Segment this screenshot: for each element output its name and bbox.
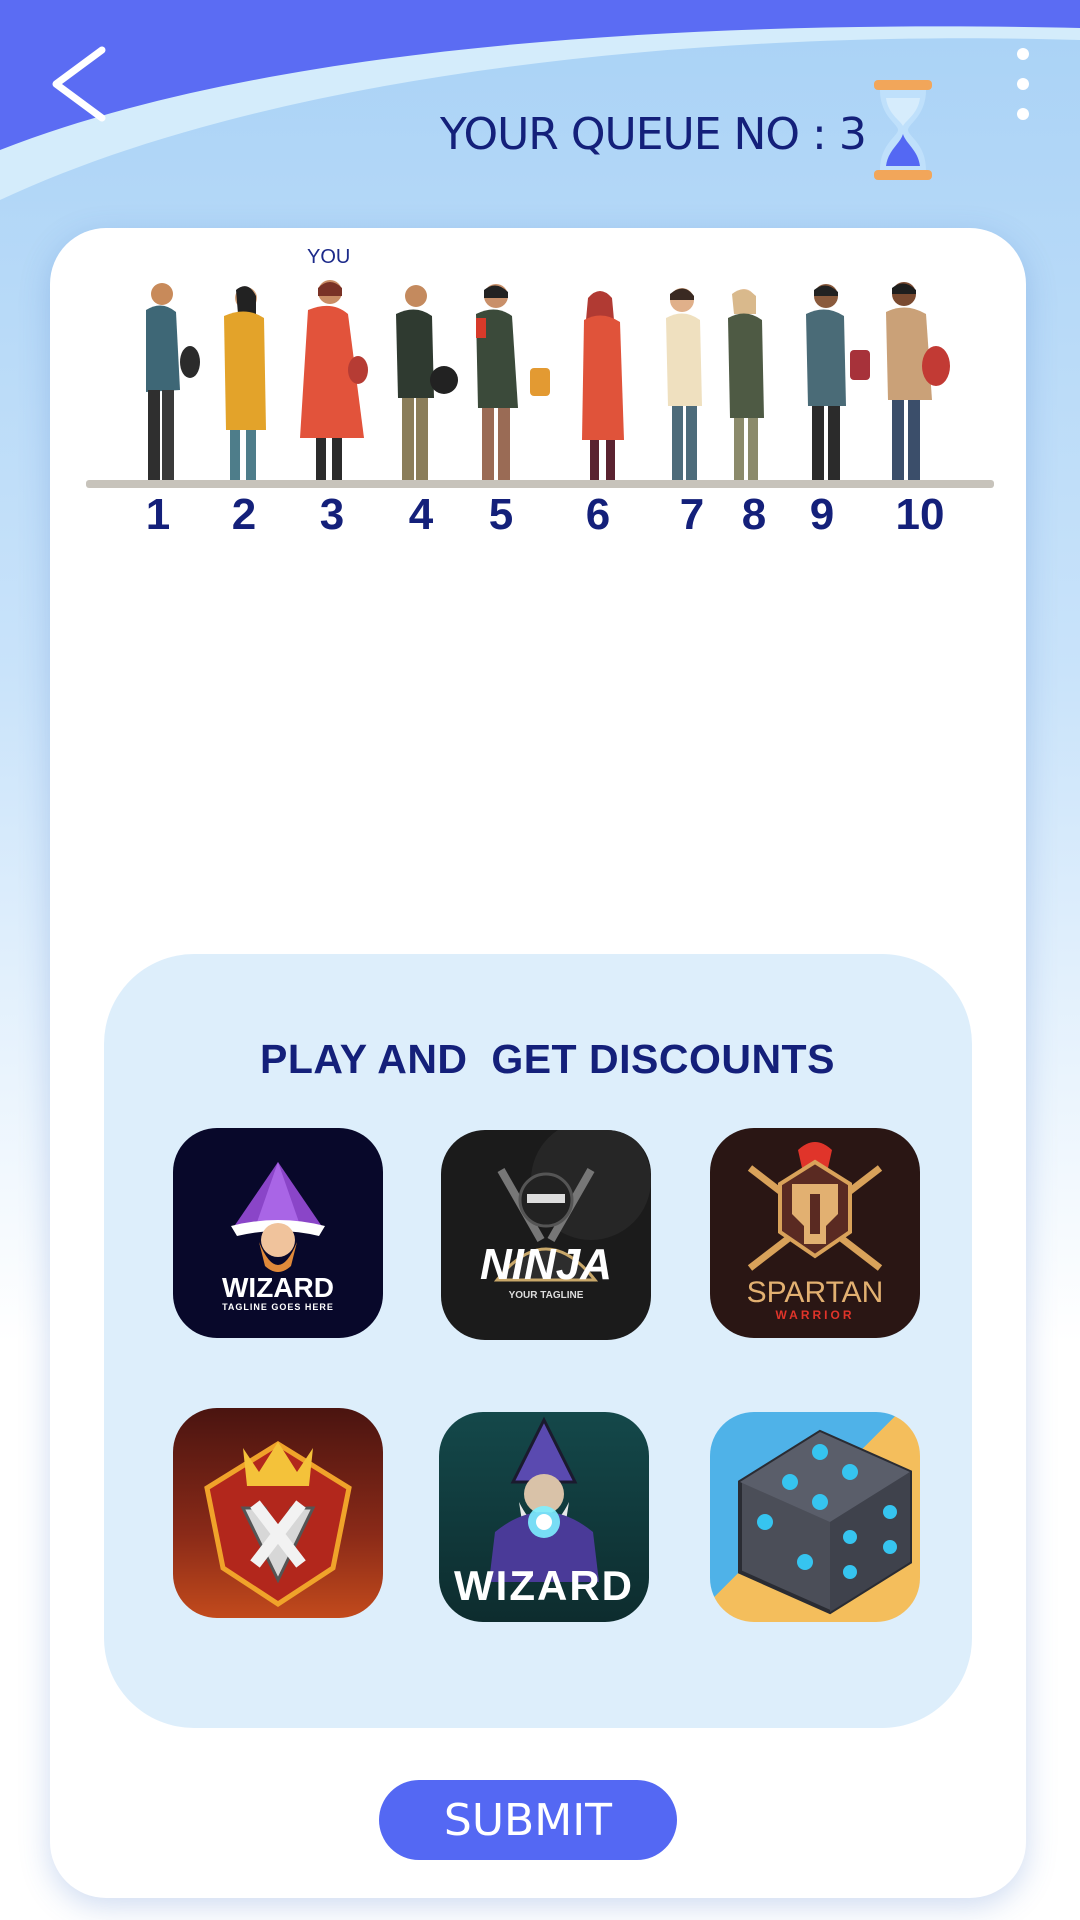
tile-title: SPARTAN — [746, 1276, 884, 1309]
tile-subtitle: YOUR TAGLINE — [508, 1290, 584, 1301]
person-5 — [476, 284, 550, 480]
person-4 — [396, 285, 458, 480]
tile-subtitle: WARRIOR — [775, 1308, 855, 1322]
game-tile-dice[interactable] — [710, 1412, 920, 1622]
person-9 — [806, 284, 870, 480]
game-tile-wizard-mage[interactable]: WIZARD — [439, 1412, 649, 1622]
queue-position-number: 10 — [895, 490, 945, 539]
queue-position-number: 4 — [408, 490, 434, 539]
dice-icon — [738, 1429, 912, 1615]
hourglass-icon — [874, 80, 932, 180]
queue-position-number: 1 — [145, 490, 171, 539]
queue-position-number: 6 — [585, 490, 611, 539]
more-menu-button[interactable] — [1005, 44, 1041, 124]
queue-position-number: 9 — [809, 490, 835, 539]
queue-position-number: 5 — [488, 490, 514, 539]
back-button[interactable] — [48, 44, 118, 124]
queue-position-number: 2 — [231, 490, 257, 539]
tile-title: NINJA — [479, 1240, 613, 1289]
game-tile-spartan[interactable]: SPARTAN WARRIOR — [710, 1128, 920, 1338]
person-1 — [146, 283, 200, 480]
more-vertical-icon — [1017, 48, 1029, 60]
person-2 — [224, 286, 266, 480]
queue-illustration — [86, 280, 994, 488]
queue-number-text: YOUR QUEUE NO : 3 — [440, 109, 867, 160]
queue-position-number: 3 — [319, 490, 345, 539]
person-10 — [886, 282, 950, 480]
chevron-left-icon — [52, 46, 106, 122]
tile-title: WIZARD — [454, 1562, 634, 1609]
game-tile-crown-shield[interactable] — [173, 1408, 383, 1618]
ninja-logo-icon — [493, 1130, 651, 1282]
person-8 — [728, 289, 764, 480]
submit-button[interactable]: SUBMIT — [379, 1780, 677, 1860]
person-7 — [666, 288, 702, 480]
games-title: PLAY AND GET DISCOUNTS — [260, 1036, 835, 1082]
tile-subtitle: TAGLINE GOES HERE — [222, 1302, 334, 1312]
you-label: YOU — [307, 246, 351, 268]
queue-position-number: 7 — [679, 490, 705, 539]
person-3-you — [300, 280, 368, 480]
person-6 — [582, 291, 624, 480]
game-tile-ninja[interactable]: NINJA YOUR TAGLINE — [441, 1130, 651, 1340]
tile-title: WIZARD — [222, 1272, 334, 1303]
game-tile-wizard[interactable]: WIZARD TAGLINE GOES HERE — [173, 1128, 383, 1338]
queue-position-number: 8 — [741, 490, 767, 539]
crown-shield-icon — [204, 1441, 352, 1607]
